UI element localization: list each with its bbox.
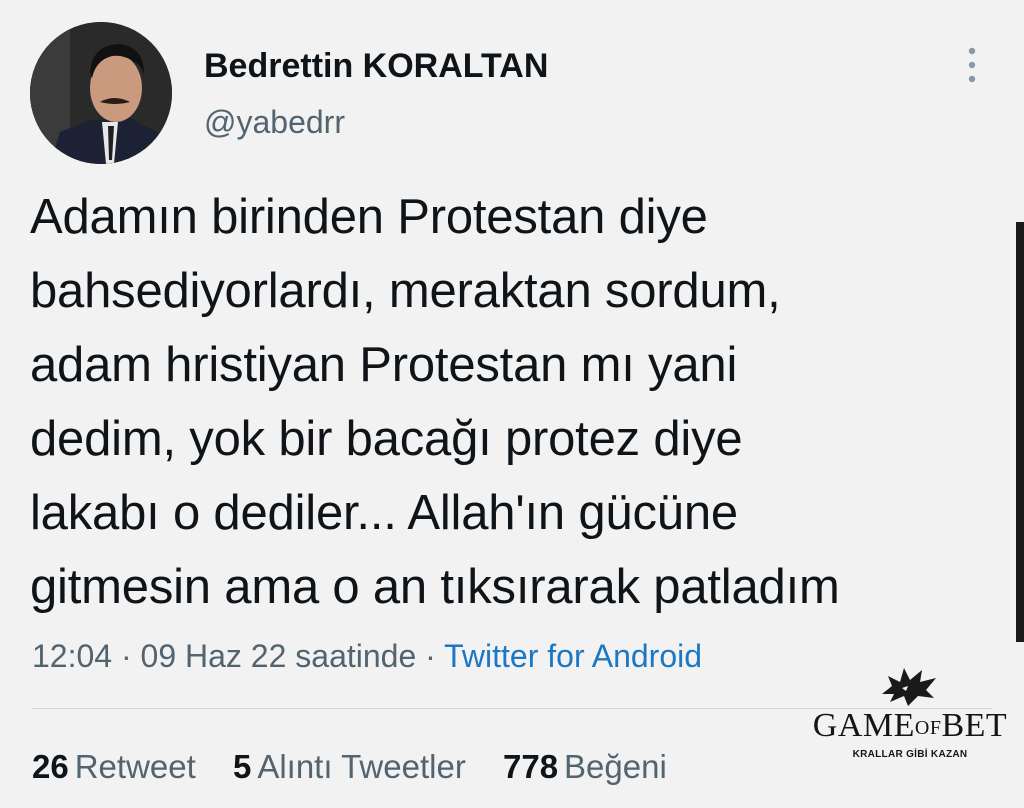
retweet-count: 26 <box>32 748 69 785</box>
watermark-title-left: GAME <box>812 707 915 744</box>
retweet-count-link[interactable]: 26 Retweet <box>32 745 196 789</box>
watermark-subtitle: KRALLAR GİBİ KAZAN <box>852 749 968 760</box>
watermark-title-right: BET <box>941 707 1008 744</box>
wolf-head-icon <box>878 664 940 713</box>
watermark-title-mid: OF <box>914 717 942 740</box>
quote-label: Alıntı Tweetler <box>257 748 466 785</box>
meta-separator: · <box>120 638 132 674</box>
meta-separator: · <box>425 638 436 674</box>
tweet-text-line: lakabı o dediler... Allah'ın gücüne <box>30 486 738 540</box>
like-count-link[interactable]: 778 Beğeni <box>503 745 667 789</box>
like-count: 778 <box>502 748 559 785</box>
tweet-time[interactable]: 12:04 <box>32 638 112 674</box>
quote-count-link[interactable]: 5 Alıntı Tweetler <box>233 745 466 789</box>
author-block: Bedrettin KORALTAN @yabedrr <box>204 44 548 144</box>
tweet-text-line: gitmesin ama o an tıksırarak patladım <box>30 560 840 614</box>
more-options-button[interactable] <box>952 42 992 92</box>
engagement-stats: 26 Retweet 5 Alıntı Tweetler 778 Beğeni <box>32 745 695 789</box>
author-handle[interactable]: @yabedrr <box>204 100 548 144</box>
tweet-source-link[interactable]: Twitter for Android <box>444 638 702 674</box>
tweet-text: Adamın birinden Protestan diye bahsediyo… <box>30 180 1010 624</box>
scrollbar[interactable] <box>1016 222 1024 642</box>
tweet-text-line: Adamın birinden Protestan diye <box>30 190 708 244</box>
tweet-text-line: adam hristiyan Protestan mı yani <box>30 338 738 392</box>
tweet-text-line: bahsediyorlardı, meraktan sordum, <box>30 264 781 318</box>
avatar[interactable] <box>30 22 172 164</box>
like-label: Beğeni <box>564 748 667 785</box>
tweet-meta: 12:04 · 09 Haz 22 saatinde · Twitter for… <box>32 634 702 678</box>
tweet-date[interactable]: 09 Haz 22 saatinde <box>141 638 417 674</box>
watermark-title: GAMEOFBET <box>810 708 1010 746</box>
tweet-container: Bedrettin KORALTAN @yabedrr Adamın birin… <box>0 0 1024 808</box>
author-display-name[interactable]: Bedrettin KORALTAN <box>204 44 548 88</box>
quote-count: 5 <box>232 748 252 785</box>
more-vertical-icon <box>966 45 978 90</box>
retweet-label: Retweet <box>74 748 196 785</box>
game-of-bet-watermark: GAMEOFBET KRALLAR GİBİ KAZAN <box>806 660 1012 770</box>
tweet-text-line: dedim, yok bir bacağı protez diye <box>30 412 743 466</box>
